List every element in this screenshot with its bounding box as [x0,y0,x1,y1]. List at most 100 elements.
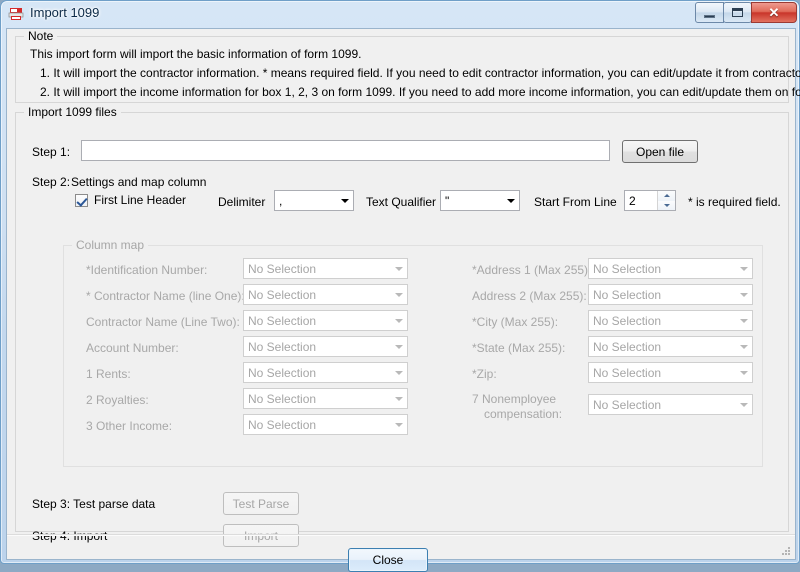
field-label-other-income: 3 Other Income: [86,419,172,433]
field-label-nonemployee-compensation-line2: compensation: [484,407,562,421]
field-label-account-number: Account Number: [86,341,179,355]
maximize-icon [732,8,743,17]
field-label-rents: 1 Rents: [86,367,131,381]
field-label-identification-number: *Identification Number: [86,263,207,277]
select-value: No Selection [244,288,390,302]
select-value: No Selection [244,314,390,328]
field-select-nonemployee-compensation[interactable]: No Selection [588,394,753,415]
select-value: No Selection [244,392,390,406]
field-label-contractor-name-one: * Contractor Name (line One): [86,289,245,303]
select-value: No Selection [589,340,735,354]
import-1099-icon [8,6,25,22]
note-groupbox: Note This import form will import the ba… [15,36,789,103]
chevron-down-icon [390,337,407,356]
chevron-down-icon [502,191,519,210]
note-legend: Note [24,29,57,43]
field-select-city[interactable]: No Selection [588,310,753,331]
chevron-down-icon [735,337,752,356]
step2-title: Settings and map column [71,175,206,189]
field-select-contractor-name-two[interactable]: No Selection [243,310,408,331]
stepper-buttons[interactable] [657,191,675,210]
chevron-down-icon [390,363,407,382]
import-files-groupbox: Import 1099 files Step 1: Open file Step… [15,112,789,532]
checkbox-check-icon [75,194,88,207]
field-label-contractor-name-two: Contractor Name (Line Two): [86,315,240,329]
title-bar[interactable]: Import 1099 ✕ [1,1,800,28]
select-value: No Selection [589,398,735,412]
chevron-down-icon [390,311,407,330]
text-qualifier-select[interactable]: " [440,190,520,211]
start-from-line-value: 2 [625,191,657,210]
import-1099-window: Import 1099 ✕ Note This import form will… [0,0,800,564]
field-label-address-2: Address 2 (Max 255): [472,289,587,303]
maximize-button[interactable] [723,2,752,23]
dialog-client-area: Note This import form will import the ba… [6,28,796,560]
text-qualifier-label: Text Qualifier [366,195,436,209]
resize-grip[interactable] [780,545,792,557]
stepper-up-icon[interactable] [658,191,675,201]
note-line-3: 2. It will import the income information… [40,85,800,99]
window-title: Import 1099 [30,5,99,20]
select-value: No Selection [244,418,390,432]
field-select-state[interactable]: No Selection [588,336,753,357]
stepper-down-icon[interactable] [658,201,675,211]
field-select-account-number[interactable]: No Selection [243,336,408,357]
note-line-2: 1. It will import the contractor informa… [40,66,800,80]
field-select-address-1[interactable]: No Selection [588,258,753,279]
delimiter-value: , [275,194,336,208]
close-window-button[interactable]: ✕ [751,2,797,23]
start-from-line-stepper[interactable]: 2 [624,190,676,211]
chevron-down-icon [735,285,752,304]
field-select-royalties[interactable]: No Selection [243,388,408,409]
select-value: No Selection [589,262,735,276]
file-path-input[interactable] [81,140,610,161]
chevron-down-icon [735,395,752,414]
chevron-down-icon [735,311,752,330]
field-select-identification-number[interactable]: No Selection [243,258,408,279]
footer-divider [7,534,795,536]
start-from-line-label: Start From Line [534,195,617,209]
select-value: No Selection [244,262,390,276]
select-value: No Selection [244,340,390,354]
select-value: No Selection [244,366,390,380]
select-value: No Selection [589,314,735,328]
chevron-down-icon [390,389,407,408]
step3-label: Step 3: Test parse data [32,497,155,511]
chevron-down-icon [735,259,752,278]
close-icon: ✕ [769,6,780,19]
chevron-down-icon [390,285,407,304]
field-select-other-income[interactable]: No Selection [243,414,408,435]
first-line-header-checkbox[interactable]: First Line Header [75,193,186,207]
text-qualifier-value: " [441,194,502,208]
import-files-legend: Import 1099 files [24,105,121,119]
test-parse-button[interactable]: Test Parse [223,492,299,515]
field-label-nonemployee-compensation-line1: 7 Nonemployee [472,392,556,406]
field-select-rents[interactable]: No Selection [243,362,408,383]
field-select-zip[interactable]: No Selection [588,362,753,383]
column-map-legend: Column map [72,238,148,252]
field-label-royalties: 2 Royalties: [86,393,149,407]
minimize-icon [704,15,715,18]
field-label-zip: *Zip: [472,367,497,381]
first-line-header-label: First Line Header [94,193,186,207]
field-label-state: *State (Max 255): [472,341,565,355]
field-label-city: *City (Max 255): [472,315,558,329]
field-select-contractor-name-one[interactable]: No Selection [243,284,408,305]
column-map-groupbox: Column map *Identification Number: No Se… [63,245,763,467]
open-file-button[interactable]: Open file [622,140,698,163]
delimiter-select[interactable]: , [274,190,354,211]
field-select-address-2[interactable]: No Selection [588,284,753,305]
step2-label: Step 2: [32,175,70,189]
chevron-down-icon [735,363,752,382]
minimize-button[interactable] [695,2,724,23]
chevron-down-icon [390,259,407,278]
window-controls: ✕ [696,2,797,23]
chevron-down-icon [336,191,353,210]
note-line-1: This import form will import the basic i… [30,47,361,61]
field-label-address-1: *Address 1 (Max 255): [472,263,591,277]
close-button[interactable]: Close [348,548,428,572]
select-value: No Selection [589,366,735,380]
step4-label: Step 4: Import [32,529,107,543]
required-field-note: * is required field. [688,195,781,209]
step1-label: Step 1: [32,145,70,159]
